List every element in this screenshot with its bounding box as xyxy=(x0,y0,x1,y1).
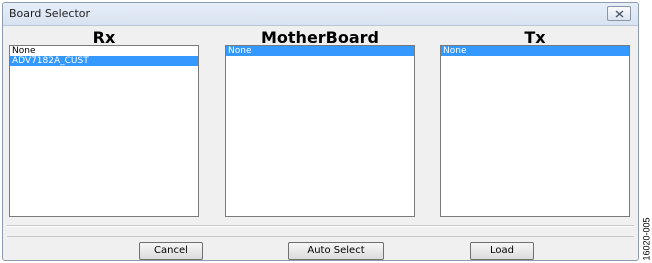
figure-id-text: 16020-005 xyxy=(641,217,652,261)
cancel-button[interactable]: Cancel xyxy=(139,242,203,260)
list-item[interactable]: ADV7182A_CUST xyxy=(10,56,198,66)
load-button[interactable]: Load xyxy=(470,242,534,260)
close-icon xyxy=(615,10,624,18)
close-button[interactable] xyxy=(607,6,631,21)
list-item[interactable]: None xyxy=(226,46,414,56)
rx-listbox[interactable]: None ADV7182A_CUST xyxy=(9,45,199,217)
divider xyxy=(7,225,634,227)
list-item[interactable]: None xyxy=(441,46,629,56)
tx-listbox[interactable]: None xyxy=(440,45,630,217)
title-bar: Board Selector xyxy=(3,3,638,26)
motherboard-listbox[interactable]: None xyxy=(225,45,415,217)
auto-select-boards-button[interactable]: Auto Select Boards xyxy=(288,242,384,260)
window-title: Board Selector xyxy=(9,7,91,20)
board-selector-window: Board Selector Rx None ADV7182A_CUST Mot… xyxy=(2,2,639,261)
figure-id-label: 16020-005 xyxy=(640,217,652,262)
divider xyxy=(7,236,634,237)
list-item[interactable]: None xyxy=(10,46,198,56)
